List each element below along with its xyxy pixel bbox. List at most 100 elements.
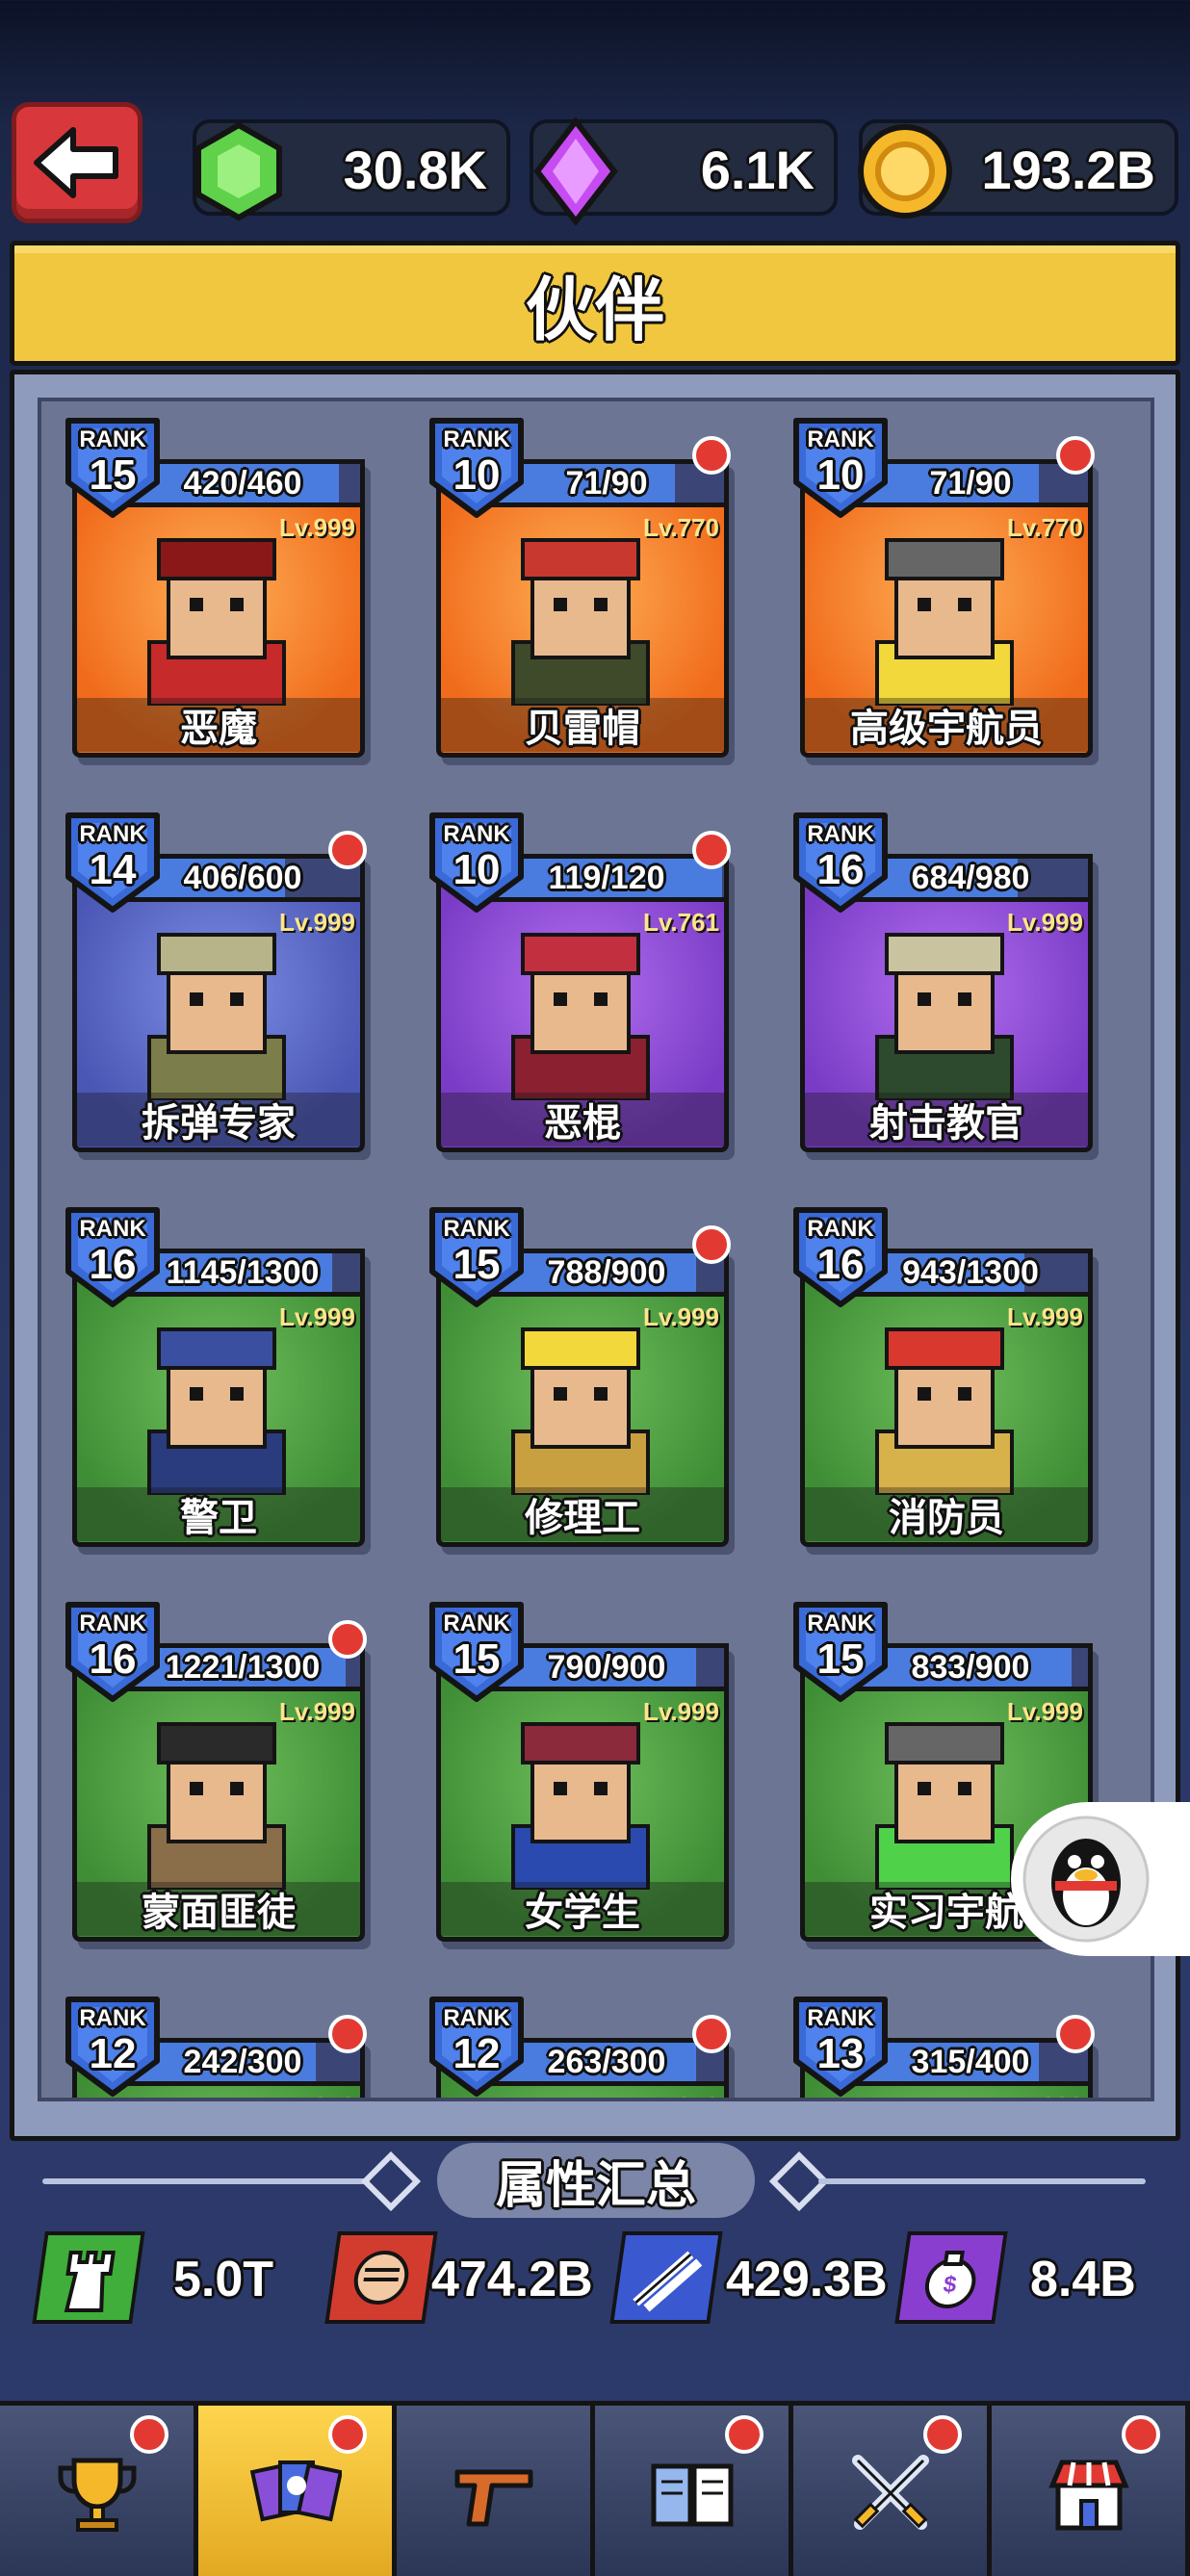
partner-name: 女学生 [525,1891,640,1935]
partner-card[interactable]: 242/300 RANK12 Lv.810 [63,1992,369,2098]
rank-shield: RANK 16 [790,1202,891,1310]
partner-card[interactable]: 420/460 RANK 15 Lv.999 恶魔 [63,413,369,763]
partner-name: 消防员 [889,1496,1004,1540]
partner-cards-icon [249,2460,342,2522]
rank-label: RANK [807,1610,874,1636]
partner-card[interactable]: 788/900 RANK 15 Lv.999 修理工 [427,1202,733,1553]
notification-dot [328,2015,367,2053]
partner-portrait-icon [511,1722,650,1890]
rank-label: RANK [443,426,510,452]
partner-card[interactable]: 406/600 RANK 14 Lv.999 拆弹专家 [63,808,369,1158]
partner-level: Lv.999 [278,1302,355,1331]
rank-progress-text: 684/980 [911,859,1030,896]
rank-label: RANK [807,426,874,452]
partner-card[interactable]: 71/90 RANK 10 Lv.770 贝雷帽 [427,413,733,763]
partner-name-bar: 消防员 [805,1487,1088,1541]
summary-divider-left [42,2178,370,2184]
stat-money-value: 8.4B [1030,2252,1136,2307]
rank-shield: RANK 12 [63,1992,163,2098]
diamond-ornament-icon [360,2151,422,2212]
partner-card[interactable]: 943/1300 RANK 16 Lv.999 消防员 [790,1202,1097,1553]
partner-card[interactable]: 790/900 RANK 15 Lv.999 女学生 [427,1597,733,1947]
rank-progress-text: 833/900 [911,1648,1030,1686]
qq-float-button[interactable] [1011,1802,1190,1956]
stat-power-value: 474.2B [431,2252,593,2307]
rank-shield: RANK 14 [63,808,163,915]
partner-panel: 420/460 RANK 15 Lv.999 恶魔 71/90 RANK 10 Lv.770 贝雷… [10,370,1180,2141]
nav-tab-crossed-swords[interactable] [793,2406,992,2576]
summary-divider-right [818,2178,1146,2184]
partner-portrait-icon [511,1327,650,1495]
rank-number: 16 [89,1241,137,1288]
rank-number: 12 [453,2030,501,2077]
coin-counter[interactable]: 193.2B [858,119,1178,219]
partner-card[interactable]: 263/300 RANK12 Lv.810 [427,1992,733,2098]
rank-label: RANK [443,1216,510,1242]
partner-card[interactable]: 119/120 RANK 10 Lv.761 恶棍 [427,808,733,1158]
stat-tower[interactable]: 5.0T [32,2231,289,2331]
partner-card[interactable]: 1145/1300 RANK 16 Lv.999 警卫 [63,1202,369,1553]
partner-level: Lv.999 [278,513,355,542]
notification-dot [328,2415,367,2454]
rank-progress-text: 119/120 [548,859,665,896]
emerald-counter[interactable]: 30.8K [193,119,510,221]
rank-shield: RANK 15 [63,413,163,521]
nav-tab-trophy[interactable] [0,2406,198,2576]
stat-tower-value: 5.0T [173,2252,274,2307]
partner-name: 拆弹专家 [142,1101,296,1146]
rank-shield: RANK 10 [790,413,891,521]
partner-card[interactable]: 1221/1300 RANK 16 Lv.999 蒙面匪徒 [63,1597,369,1947]
partner-portrait-icon [875,1327,1014,1495]
partner-name: 贝雷帽 [525,707,640,751]
rank-number: 15 [453,1636,501,1683]
gem-counter[interactable]: 6.1K [530,117,838,225]
partner-card[interactable]: 71/90 RANK 10 Lv.770 高级宇航员 [790,413,1097,763]
auto-bullets-icon [609,2231,723,2324]
rank-shield: RANK 16 [63,1597,163,1705]
partner-grid[interactable]: 420/460 RANK 15 Lv.999 恶魔 71/90 RANK 10 Lv.770 贝雷… [38,398,1154,2101]
partner-level: Lv.770 [1006,513,1083,542]
notification-dot [328,831,367,869]
attribute-summary-label[interactable]: 属性汇总 [437,2143,755,2218]
qq-penguin-icon [1022,1816,1150,1943]
notification-dot [1056,436,1095,475]
stat-auto[interactable]: 429.3B [609,2231,895,2331]
tower-icon [32,2231,145,2324]
rank-number: 15 [89,451,137,499]
partner-level: Lv.999 [1006,1302,1083,1331]
nav-tab-shop[interactable] [992,2406,1190,2576]
rank-progress-text: 420/460 [183,464,302,502]
emerald-icon [195,121,282,221]
rank-number: 16 [816,846,865,893]
stat-money[interactable]: $ 8.4B [894,2231,1146,2331]
partner-level: Lv.999 [278,908,355,937]
partner-name: 实习宇航 [869,1891,1023,1935]
partner-card[interactable]: 315/400 RANK13 Lv.999 [790,1992,1097,2098]
emerald-value: 30.8K [343,140,487,200]
partner-name: 恶棍 [544,1101,621,1146]
partner-name: 恶魔 [180,707,257,751]
notification-dot [1122,2415,1160,2454]
rank-number: 10 [453,451,501,499]
rank-label: RANK [79,2005,146,2031]
rank-progress-text: 242/300 [183,2043,302,2080]
partner-level: Lv.761 [642,908,719,937]
nav-tab-pistol[interactable] [397,2406,595,2576]
rank-shield: RANK 15 [427,1597,527,1705]
partner-name: 蒙面匪徒 [142,1891,296,1935]
nav-tab-book[interactable] [595,2406,793,2576]
back-button[interactable] [12,102,142,223]
partner-name-bar: 拆弹专家 [77,1093,360,1146]
rank-progress-text: 1145/1300 [166,1253,320,1291]
rank-shield: RANK 12 [427,1992,527,2098]
rank-number: 12 [89,2030,137,2077]
partner-name-bar: 恶魔 [77,698,360,752]
nav-tab-partner-cards[interactable] [198,2406,397,2576]
stat-power[interactable]: 474.2B [324,2231,601,2331]
rank-progress-text: 788/900 [547,1253,666,1291]
notification-dot [328,1620,367,1659]
partner-name-bar: 蒙面匪徒 [77,1882,360,1936]
rank-label: RANK [807,2005,874,2031]
partner-card[interactable]: 684/980 RANK 16 Lv.999 射击教官 [790,808,1097,1158]
rank-progress-text: 315/400 [911,2043,1030,2080]
